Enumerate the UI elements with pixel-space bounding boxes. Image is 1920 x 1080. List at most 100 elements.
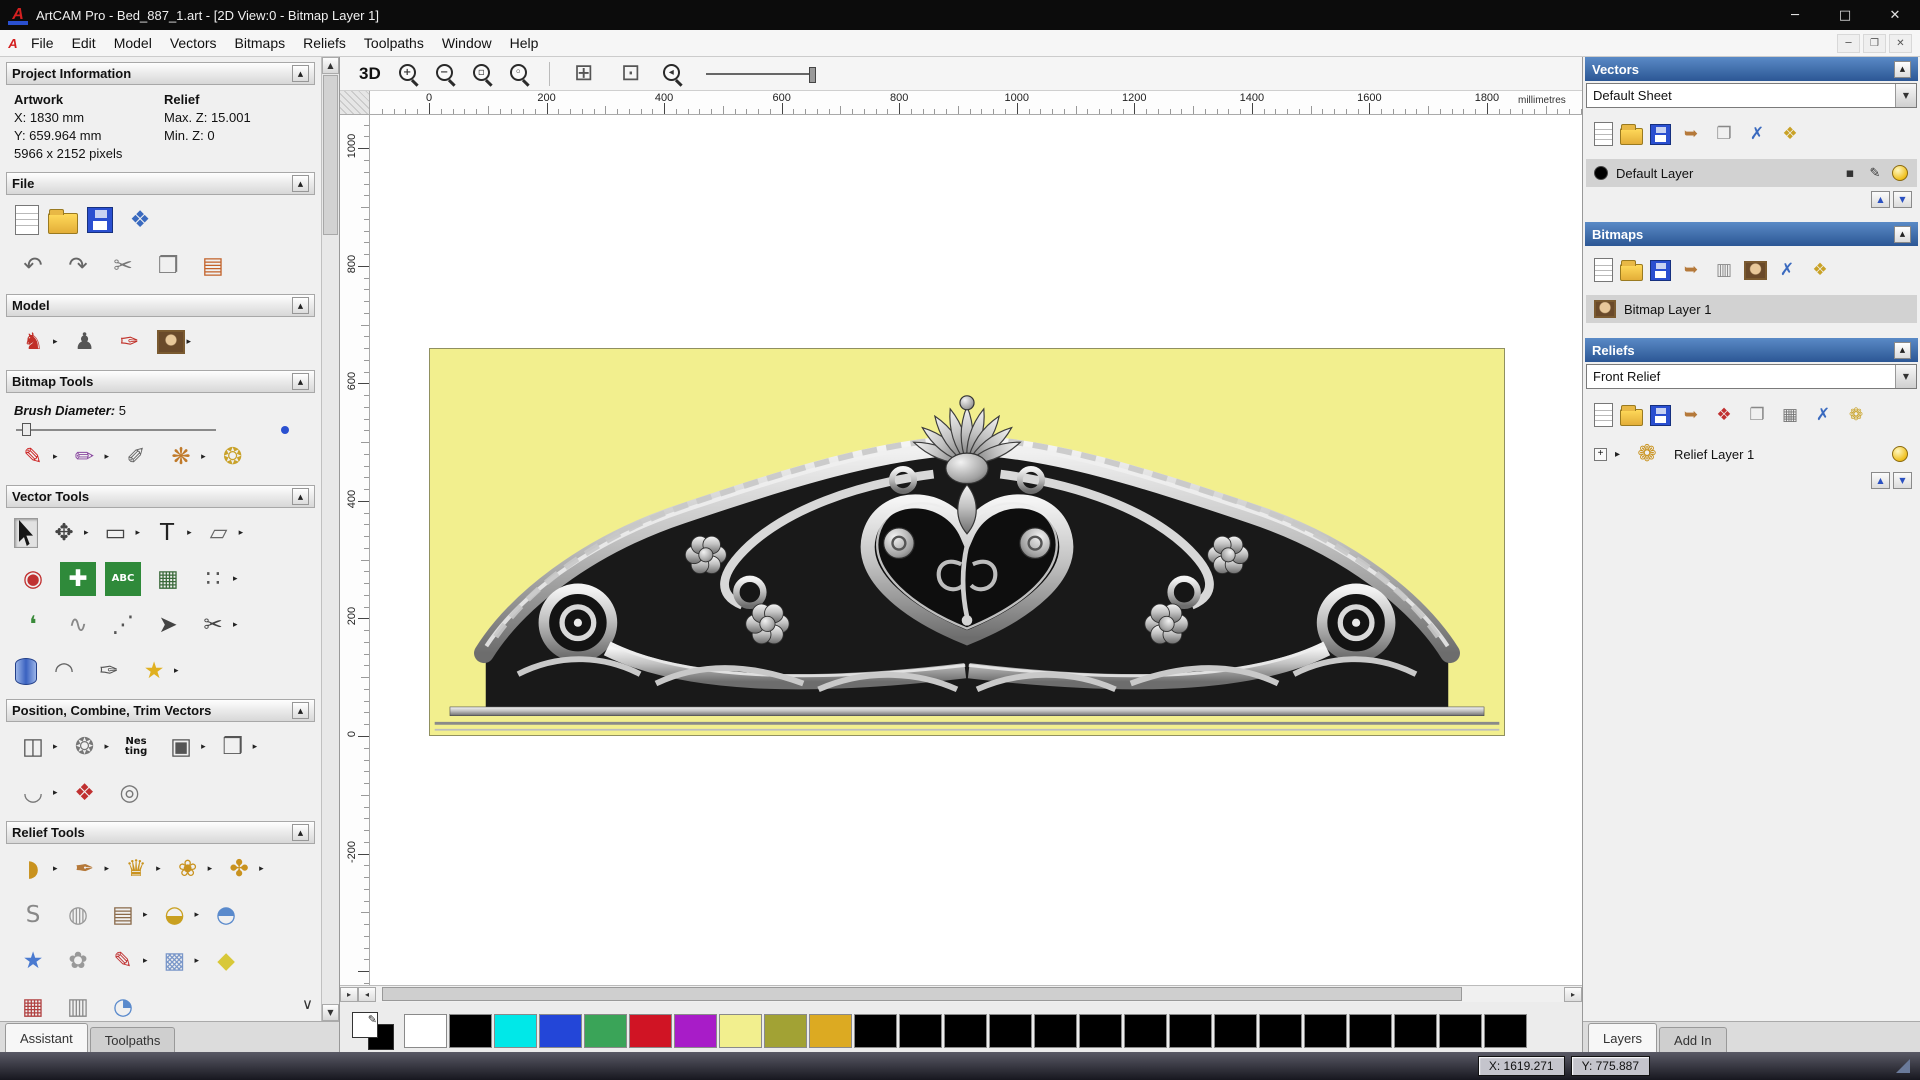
create-curve-icon[interactable]: ❛ bbox=[14, 607, 52, 643]
palette-swatch-24[interactable] bbox=[1484, 1014, 1527, 1048]
menu-window[interactable]: Window bbox=[433, 31, 501, 55]
delete-bitmap-layer-icon[interactable]: ✗ bbox=[1773, 256, 1801, 284]
mdi-minimize-button[interactable]: ─ bbox=[1837, 33, 1860, 53]
redo-icon[interactable]: ↷ bbox=[59, 248, 97, 284]
flyout-arrow-icon[interactable]: ▸ bbox=[201, 742, 206, 752]
flyout-arrow-icon[interactable]: ▸ bbox=[239, 528, 244, 538]
flyout-arrow-icon[interactable]: ▸ bbox=[105, 742, 110, 752]
merge-relief-layers-icon[interactable]: ❁ bbox=[1842, 401, 1870, 429]
relief-from-model-icon[interactable]: ♞ ▸ bbox=[14, 324, 59, 360]
collapse-icon[interactable]: ▲ bbox=[292, 373, 309, 390]
group-vectors-icon[interactable]: ❒ ▸ bbox=[214, 729, 259, 765]
save-relief-layer-icon[interactable] bbox=[1649, 404, 1672, 427]
select-vectors-icon[interactable] bbox=[14, 518, 38, 548]
snap-toggle-icon[interactable]: ⊞ bbox=[565, 56, 603, 92]
palette-swatch-12[interactable] bbox=[944, 1014, 987, 1048]
primary-secondary-colour-selector[interactable]: ✎ bbox=[352, 1012, 394, 1050]
palette-swatch-4[interactable] bbox=[584, 1014, 627, 1048]
hscroll-thumb[interactable] bbox=[382, 987, 1462, 1001]
relief-select[interactable]: Front Relief ▼ bbox=[1586, 364, 1917, 389]
rotate-copy-icon[interactable]: ❂ ▸ bbox=[66, 729, 111, 765]
magic-wand-icon[interactable]: ★ ▸ bbox=[135, 653, 180, 689]
primary-colour-swatch[interactable]: ✎ bbox=[352, 1012, 378, 1038]
save-vector-layer-icon[interactable] bbox=[1649, 123, 1672, 146]
snap-grid-icon[interactable]: ∷ ▸ bbox=[194, 561, 239, 597]
collapse-icon[interactable]: ▲ bbox=[292, 175, 309, 192]
maximize-button[interactable]: □ bbox=[1820, 0, 1870, 30]
model-artboard[interactable] bbox=[429, 348, 1505, 736]
palette-swatch-18[interactable] bbox=[1214, 1014, 1257, 1048]
spiral-icon[interactable]: ◎ bbox=[111, 775, 149, 811]
line-width-slider[interactable] bbox=[705, 66, 816, 83]
create-polyline-icon[interactable]: ✚ bbox=[59, 561, 97, 597]
menu-edit[interactable]: Edit bbox=[63, 31, 105, 55]
flyout-arrow-icon[interactable]: ▸ bbox=[136, 528, 141, 538]
menu-bitmaps[interactable]: Bitmaps bbox=[226, 31, 295, 55]
export-vectors-icon[interactable]: ❐ bbox=[1710, 120, 1738, 148]
relief-visibility-bulb[interactable] bbox=[1891, 445, 1909, 463]
menu-reliefs[interactable]: Reliefs bbox=[294, 31, 355, 55]
dome-icon[interactable]: ◒ ▸ bbox=[156, 897, 201, 933]
layer-visibility-bulb[interactable] bbox=[1891, 164, 1909, 182]
palette-swatch-2[interactable] bbox=[494, 1014, 537, 1048]
node-editing-icon[interactable]: ⋰ bbox=[104, 607, 142, 643]
flyout-arrow-icon[interactable]: ▸ bbox=[53, 788, 58, 798]
trim-vectors-icon[interactable]: ✂ ▸ bbox=[194, 607, 239, 643]
zoom-objects-icon[interactable]: ◦ bbox=[506, 60, 534, 88]
flyout-arrow-icon[interactable]: ▸ bbox=[143, 956, 148, 966]
palette-swatch-21[interactable] bbox=[1349, 1014, 1392, 1048]
palette-swatch-22[interactable] bbox=[1394, 1014, 1437, 1048]
chevron-down-icon[interactable]: ▼ bbox=[1895, 84, 1916, 107]
wrap-cylinder-icon[interactable] bbox=[14, 657, 38, 686]
view-3d-button[interactable]: 3D bbox=[354, 63, 386, 85]
scroll-right-icon[interactable]: ▸ bbox=[1564, 986, 1582, 1002]
flyout-arrow-icon[interactable]: ▸ bbox=[187, 528, 192, 538]
palette-swatch-9[interactable] bbox=[809, 1014, 852, 1048]
delete-relief-layer-icon[interactable]: ✗ bbox=[1809, 401, 1837, 429]
move-layer-down-button[interactable]: ▼ bbox=[1893, 191, 1912, 208]
new-model-icon[interactable] bbox=[14, 204, 40, 236]
merge-bitmap-layers-icon[interactable]: ❖ bbox=[1806, 256, 1834, 284]
relief-thumbnail-icon[interactable]: ❁ bbox=[1628, 436, 1666, 472]
palette-swatch-11[interactable] bbox=[899, 1014, 942, 1048]
shape-editor-icon[interactable]: ◗ ▸ bbox=[14, 851, 59, 887]
palette-swatch-8[interactable] bbox=[764, 1014, 807, 1048]
paste-icon[interactable]: ▤ bbox=[194, 248, 232, 284]
collapse-icon[interactable]: ▲ bbox=[1894, 60, 1911, 78]
pane-split-icon[interactable]: ▸ bbox=[340, 986, 358, 1002]
palette-swatch-19[interactable] bbox=[1259, 1014, 1302, 1048]
texture-relief-icon[interactable]: ▩ ▸ bbox=[156, 943, 201, 979]
create-rectangle-icon[interactable]: ▭ ▸ bbox=[97, 515, 142, 551]
open-bitmap-layer-icon[interactable] bbox=[1619, 258, 1644, 282]
collapse-icon[interactable]: ▲ bbox=[292, 488, 309, 505]
copy-icon[interactable]: ❐ bbox=[149, 248, 187, 284]
free-curve-icon[interactable]: ∿ bbox=[59, 607, 97, 643]
scroll-up-icon[interactable]: ▲ bbox=[322, 57, 339, 74]
weld-vectors-icon[interactable]: ❖ bbox=[66, 775, 104, 811]
right-tab-layers[interactable]: Layers bbox=[1588, 1023, 1658, 1052]
palette-icon[interactable]: ❋ ▸ bbox=[162, 439, 207, 475]
menu-toolpaths[interactable]: Toolpaths bbox=[355, 31, 433, 55]
create-text-icon[interactable]: T ▸ bbox=[148, 515, 193, 551]
text-on-curve-icon[interactable]: ABC bbox=[104, 561, 142, 597]
flyout-arrow-icon[interactable]: ▸ bbox=[233, 574, 238, 584]
zoom-page-icon[interactable]: ▫ bbox=[469, 60, 497, 88]
flyout-arrow-icon[interactable]: ▸ bbox=[201, 452, 206, 462]
zoom-in-icon[interactable]: + bbox=[395, 60, 423, 88]
left-tab-toolpaths[interactable]: Toolpaths bbox=[89, 1027, 176, 1052]
collapse-icon[interactable]: ▲ bbox=[1894, 225, 1911, 243]
new-vector-layer-icon[interactable] bbox=[1593, 121, 1614, 147]
extrude-icon[interactable]: ❀ ▸ bbox=[169, 851, 214, 887]
offset-relief-icon[interactable]: ◆ bbox=[207, 943, 245, 979]
centre-view-icon[interactable]: ⊡ bbox=[612, 56, 650, 92]
new-bitmap-layer-icon[interactable] bbox=[1593, 257, 1614, 283]
scroll-more-chevron-icon[interactable]: ∨ bbox=[302, 995, 313, 1013]
open-relief-layer-icon[interactable] bbox=[1619, 403, 1644, 427]
left-tab-assistant[interactable]: Assistant bbox=[5, 1023, 88, 1052]
minimize-button[interactable]: ─ bbox=[1770, 0, 1820, 30]
collapse-icon[interactable]: ▲ bbox=[292, 824, 309, 841]
cut-icon[interactable]: ✂ bbox=[104, 248, 142, 284]
swirl-icon[interactable]: ✿ bbox=[59, 943, 97, 979]
palette-swatch-10[interactable] bbox=[854, 1014, 897, 1048]
palette-swatch-13[interactable] bbox=[989, 1014, 1032, 1048]
